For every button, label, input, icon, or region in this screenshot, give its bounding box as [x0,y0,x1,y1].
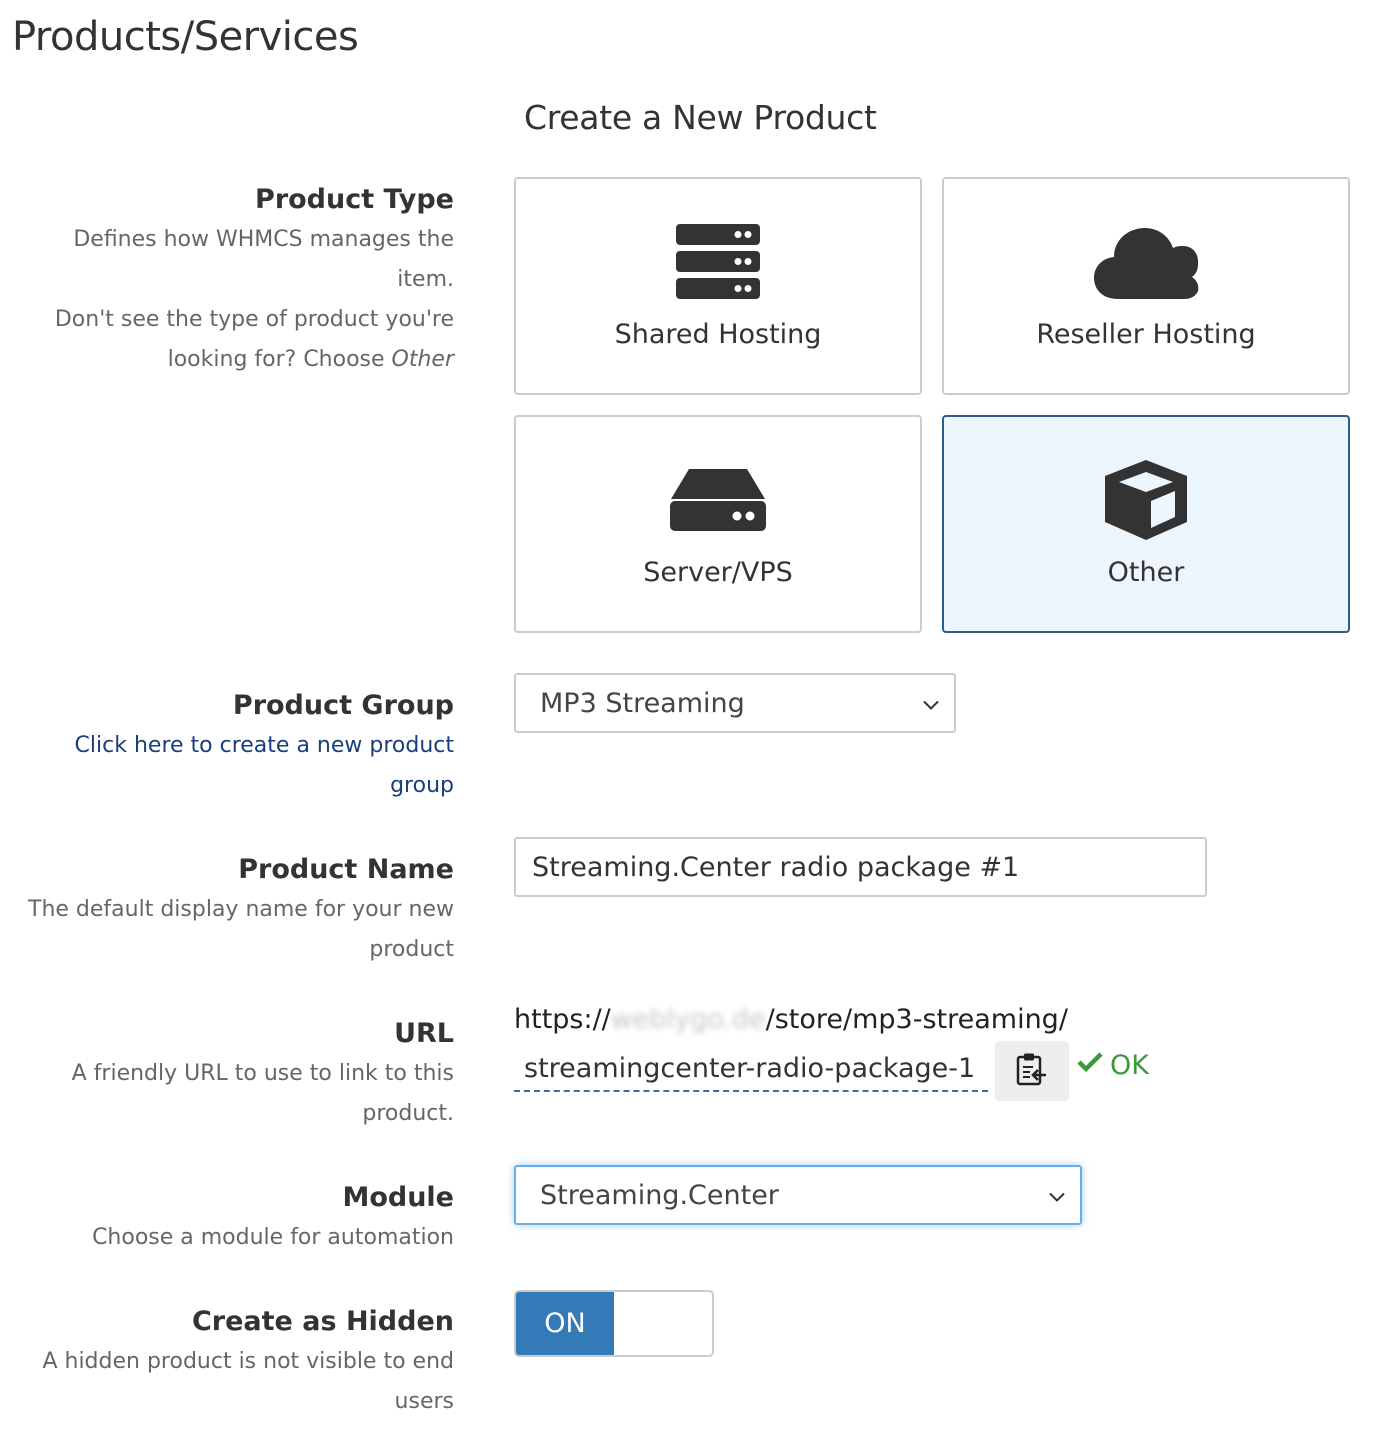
chevron-down-icon [1048,1180,1066,1211]
server-stack-icon [675,223,761,301]
hidden-label: Create as Hidden [191,1306,454,1337]
check-icon [1076,1050,1104,1081]
page-title: Products/Services [12,14,359,60]
product-type-server-vps[interactable]: Server/VPS [514,415,922,633]
product-name-help-2: product [369,937,454,962]
url-domain-blurred: weblygo.de [610,1004,766,1035]
url-label-block: URL A friendly URL to use to link to thi… [72,1014,454,1134]
product-type-reseller-hosting-label: Reseller Hosting [1036,319,1256,350]
product-name-label: Product Name [238,854,454,885]
url-base: https://weblygo.de/store/mp3-streaming/ [514,1004,1068,1035]
product-type-other-label: Other [1107,557,1185,588]
url-label: URL [394,1018,454,1049]
product-type-server-vps-label: Server/VPS [643,557,793,588]
clipboard-icon [1016,1052,1048,1090]
cloud-icon [1092,223,1200,301]
product-type-help-4: looking for? Choose Other [55,340,454,380]
product-group-label: Product Group [232,690,454,721]
product-name-input[interactable]: Streaming.Center radio package #1 [514,837,1207,897]
product-type-label-block: Product Type Defines how WHMCS manages t… [55,180,454,380]
module-selected-value: Streaming.Center [540,1179,779,1211]
hdd-icon [669,461,767,539]
product-type-help-4-prefix: looking for? Choose [167,347,392,372]
url-help-1: A friendly URL to use to link to this [71,1061,454,1086]
product-type-reseller-hosting[interactable]: Reseller Hosting [942,177,1350,395]
hidden-help-1: A hidden product is not visible to end [42,1349,454,1374]
page-subtitle: Create a New Product [524,98,877,137]
hidden-help-2: users [394,1389,454,1414]
product-type-help-1: Defines how WHMCS manages the [73,227,454,252]
url-help-2: product. [362,1101,454,1126]
url-slug-editable[interactable]: streamingcenter-radio-package-1 [514,1050,988,1092]
copy-url-button[interactable] [995,1041,1069,1101]
product-type-help-3: Don't see the type of product you're [54,307,454,332]
product-name-value: Streaming.Center radio package #1 [532,851,1020,883]
hidden-label-block: Create as Hidden A hidden product is not… [42,1302,454,1422]
module-label: Module [342,1182,454,1213]
product-group-selected-value: MP3 Streaming [540,687,745,719]
product-type-other[interactable]: Other [942,415,1350,633]
toggle-on-label: ON [516,1292,614,1355]
product-type-shared-hosting[interactable]: Shared Hosting [514,177,922,395]
product-name-help-1: The default display name for your new [28,897,454,922]
module-label-block: Module Choose a module for automation [92,1178,454,1258]
create-product-group-link[interactable]: Click here to create a new product group [75,726,454,806]
module-select[interactable]: Streaming.Center [514,1165,1082,1225]
module-help: Choose a module for automation [92,1225,454,1250]
create-product-group-link-line1: Click here to create a new product [74,733,454,758]
create-hidden-toggle[interactable]: ON [514,1290,714,1357]
url-path: /store/mp3-streaming/ [765,1004,1068,1035]
cube-icon [1103,460,1189,540]
product-type-shared-hosting-label: Shared Hosting [614,319,822,350]
product-type-help-2: item. [397,267,454,292]
chevron-down-icon [922,688,940,719]
product-type-help-4-other: Other [391,347,454,372]
product-group-label-block: Product Group Click here to create a new… [75,686,454,806]
create-product-group-link-line2: group [390,773,454,798]
url-status-text: OK [1110,1050,1149,1081]
product-type-label: Product Type [255,184,454,215]
url-status: OK [1076,1050,1149,1081]
url-prefix: https:// [514,1004,611,1035]
product-name-label-block: Product Name The default display name fo… [28,850,454,970]
product-group-select[interactable]: MP3 Streaming [514,673,956,733]
